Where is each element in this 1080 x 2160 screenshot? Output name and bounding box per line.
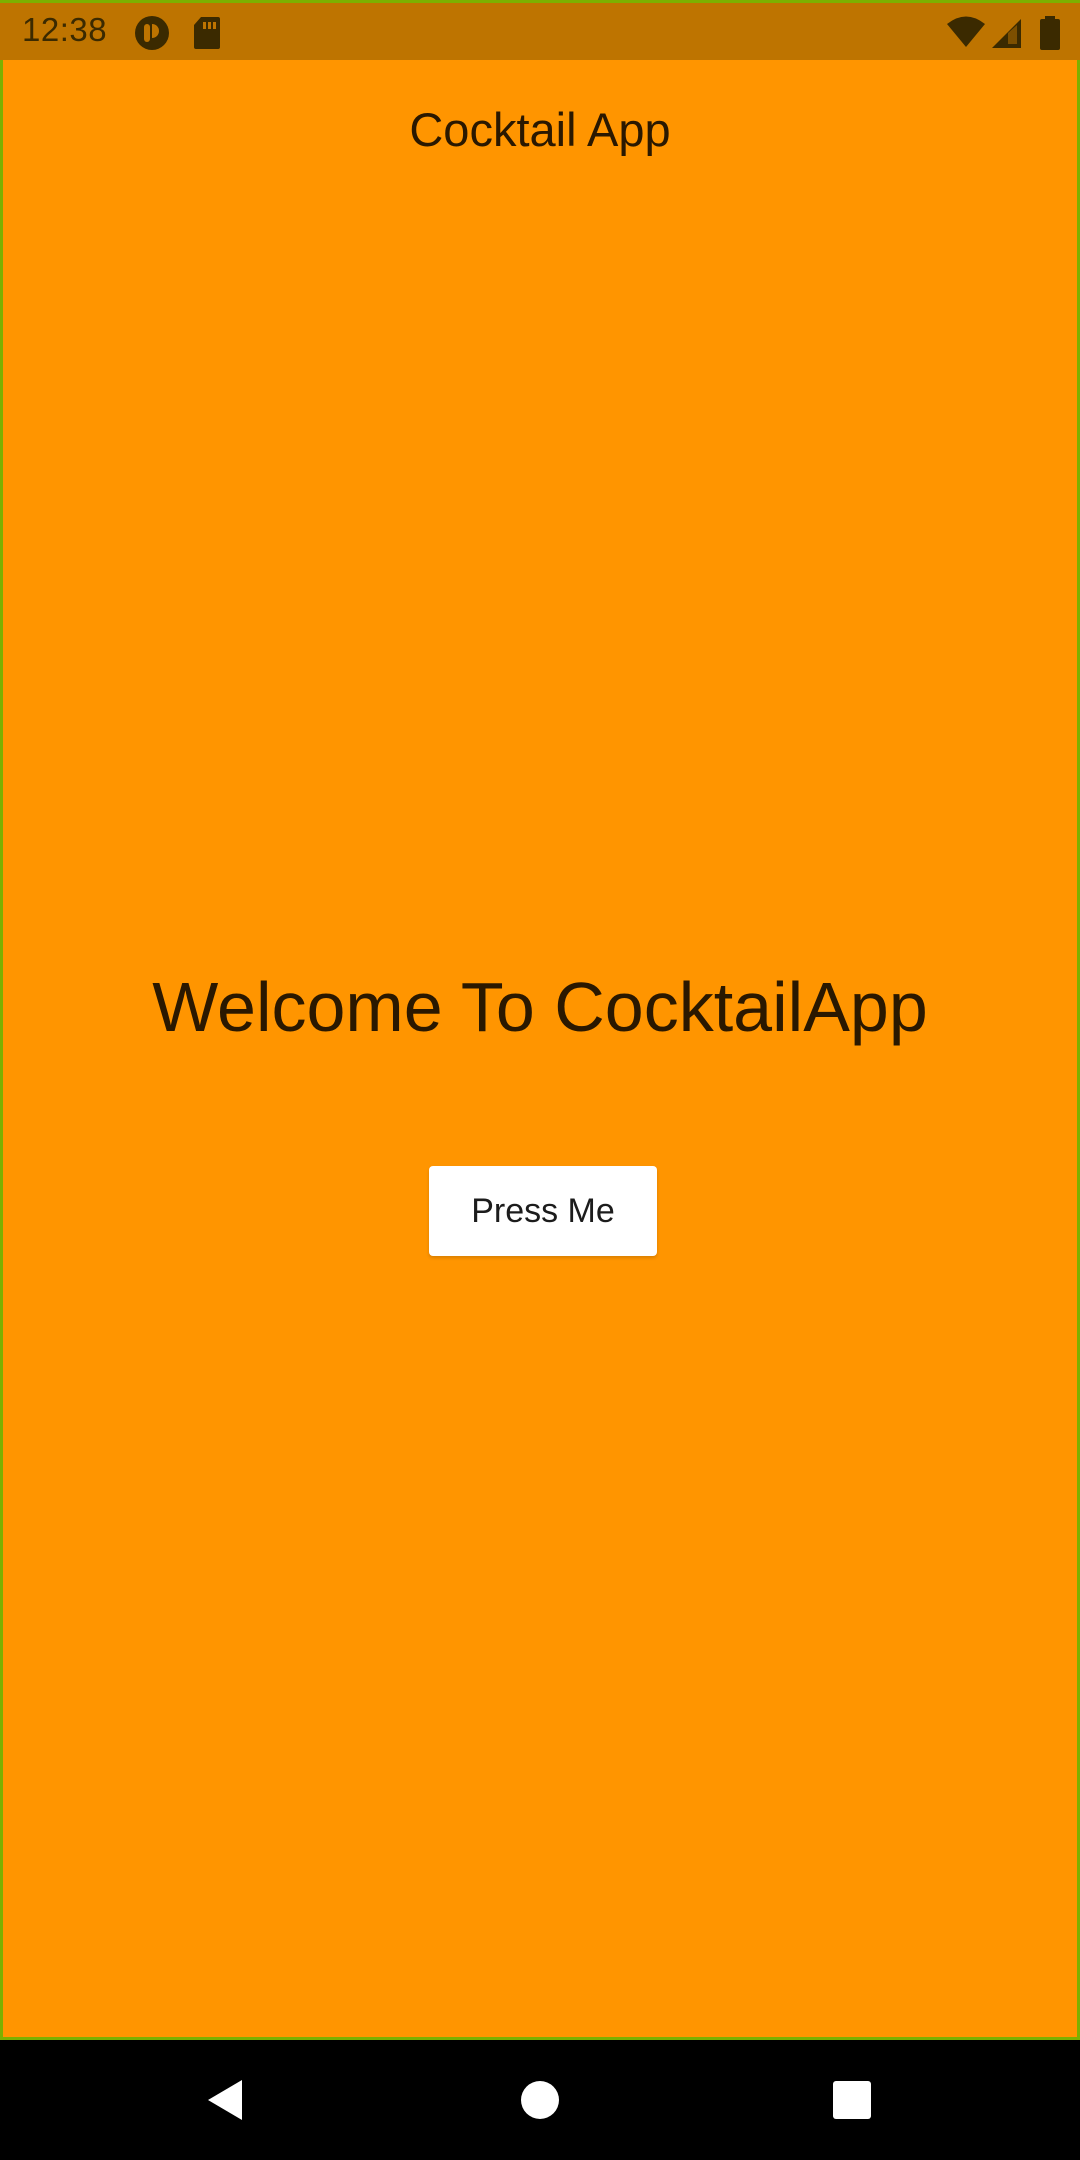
welcome-text: Welcome To CocktailApp bbox=[152, 968, 928, 1046]
app-notification-icon bbox=[134, 15, 170, 51]
system-navigation-bar bbox=[0, 2040, 1080, 2160]
press-me-button[interactable]: Press Me bbox=[429, 1166, 657, 1256]
status-time: 12:38 bbox=[22, 11, 108, 48]
battery-icon bbox=[1038, 15, 1062, 51]
home-icon[interactable] bbox=[510, 2070, 570, 2130]
back-icon[interactable] bbox=[196, 2070, 256, 2130]
cellular-signal-icon bbox=[990, 15, 1026, 51]
recents-icon[interactable] bbox=[822, 2070, 882, 2130]
app-screen: Cocktail App Welcome To CocktailApp Pres… bbox=[0, 60, 1080, 2040]
wifi-icon bbox=[946, 15, 985, 51]
sd-card-icon bbox=[192, 15, 228, 51]
app-bar-title: Cocktail App bbox=[409, 103, 671, 156]
status-bar: 12:38 bbox=[0, 0, 1080, 60]
